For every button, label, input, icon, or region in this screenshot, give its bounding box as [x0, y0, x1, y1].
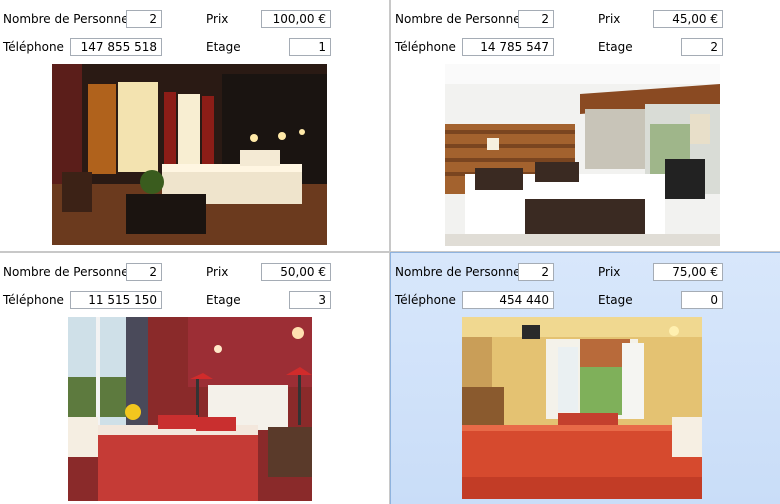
price-label: Prix [598, 265, 621, 279]
phone-field[interactable]: 454 440 [462, 291, 554, 309]
floor-label: Etage [598, 293, 633, 307]
room-card[interactable]: Nombre de Personne 2 Prix 45,00 € Téléph… [390, 0, 780, 252]
floor-field[interactable]: 3 [289, 291, 331, 309]
price-label: Prix [206, 12, 229, 26]
room-card[interactable]: Nombre de Personne 2 Prix 100,00 € Télép… [0, 0, 390, 252]
room-card[interactable]: Nombre de Personne 2 Prix 50,00 € Téléph… [0, 252, 390, 504]
phone-field[interactable]: 147 855 518 [70, 38, 162, 56]
persons-field[interactable]: 2 [126, 263, 162, 281]
floor-field[interactable]: 1 [289, 38, 331, 56]
persons-field[interactable]: 2 [126, 10, 162, 28]
room-photo [445, 64, 720, 246]
room-card-selected[interactable]: Nombre de Personne 2 Prix 75,00 € Téléph… [390, 252, 780, 504]
floor-field[interactable]: 2 [681, 38, 723, 56]
persons-label: Nombre de Personne [395, 12, 521, 26]
room-photo [68, 317, 312, 501]
room-photo [462, 317, 702, 499]
phone-label: Téléphone [395, 40, 456, 54]
room-photo [52, 64, 327, 245]
price-field[interactable]: 50,00 € [261, 263, 331, 281]
floor-field[interactable]: 0 [681, 291, 723, 309]
price-label: Prix [206, 265, 229, 279]
floor-label: Etage [206, 40, 241, 54]
price-field[interactable]: 100,00 € [261, 10, 331, 28]
phone-label: Téléphone [3, 293, 64, 307]
phone-field[interactable]: 14 785 547 [462, 38, 554, 56]
price-label: Prix [598, 12, 621, 26]
persons-label: Nombre de Personne [3, 265, 129, 279]
phone-label: Téléphone [3, 40, 64, 54]
price-field[interactable]: 45,00 € [653, 10, 723, 28]
persons-field[interactable]: 2 [518, 263, 554, 281]
floor-label: Etage [206, 293, 241, 307]
room-grid: Nombre de Personne 2 Prix 100,00 € Télép… [0, 0, 780, 504]
phone-field[interactable]: 11 515 150 [70, 291, 162, 309]
floor-label: Etage [598, 40, 633, 54]
persons-label: Nombre de Personne [3, 12, 129, 26]
phone-label: Téléphone [395, 293, 456, 307]
persons-field[interactable]: 2 [518, 10, 554, 28]
persons-label: Nombre de Personne [395, 265, 521, 279]
price-field[interactable]: 75,00 € [653, 263, 723, 281]
